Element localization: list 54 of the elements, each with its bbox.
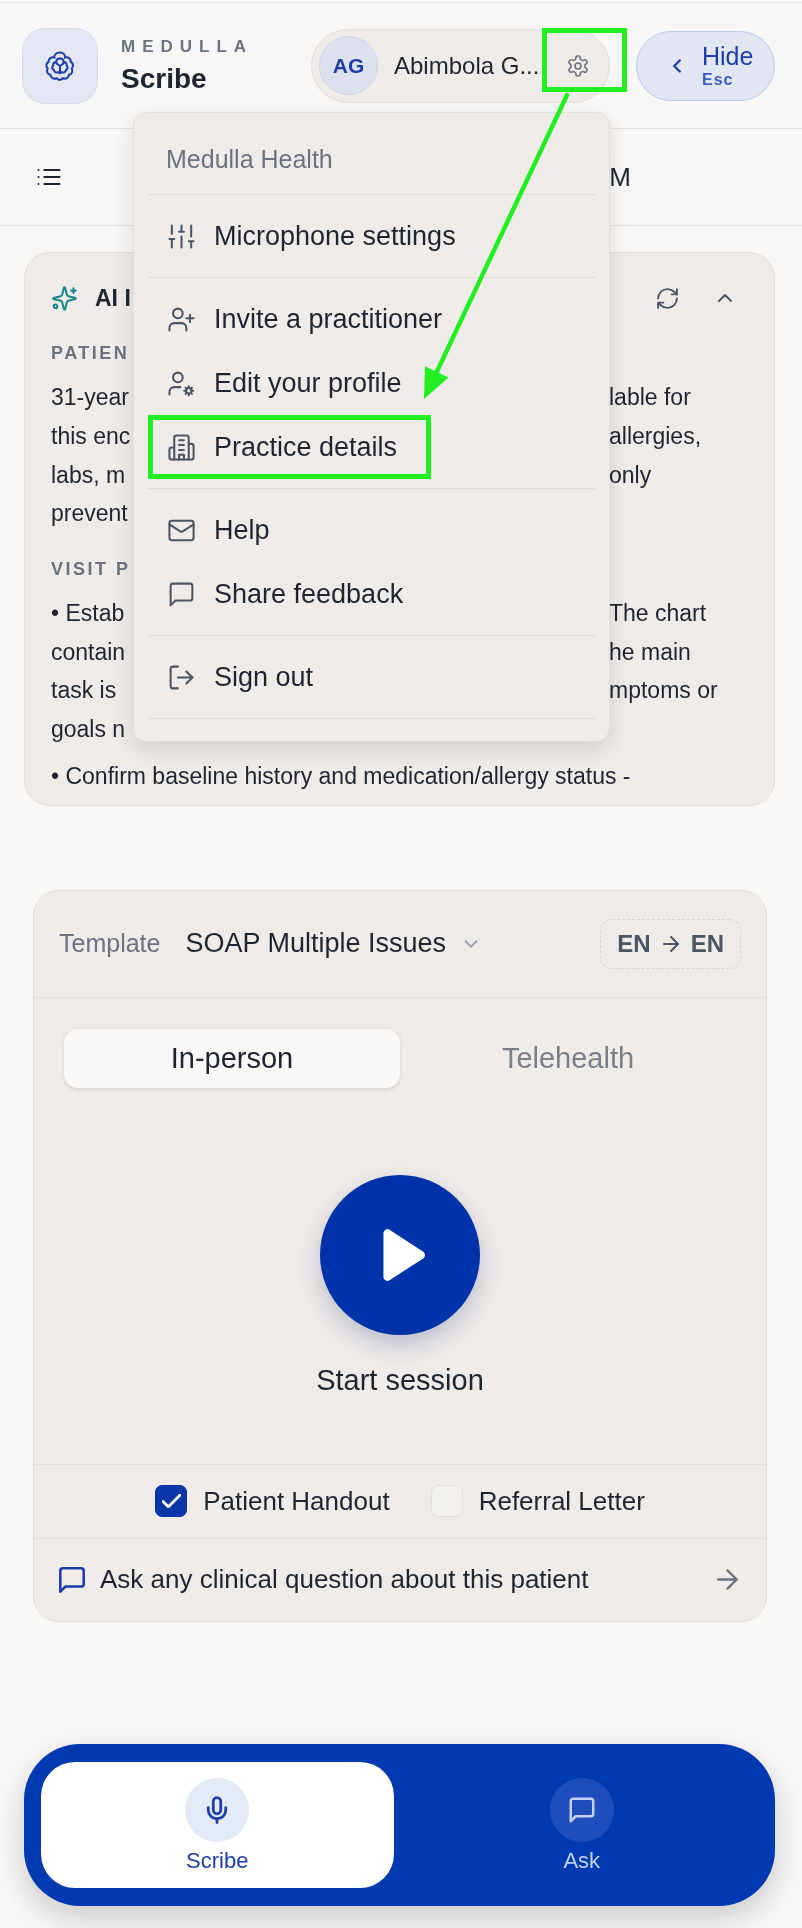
swirl-logo-icon bbox=[22, 27, 98, 104]
summary-text-fragment: this enc bbox=[51, 422, 131, 451]
summary-text-fragment: lable for bbox=[609, 383, 691, 412]
avatar: AG bbox=[319, 36, 378, 95]
refresh-icon[interactable] bbox=[655, 285, 680, 311]
menu-item[interactable]: Practice details bbox=[153, 420, 427, 474]
settings-icon[interactable] bbox=[566, 53, 590, 78]
menu-item[interactable]: Microphone settings bbox=[153, 209, 458, 263]
checkbox-label[interactable]: Patient Handout bbox=[203, 1485, 390, 1517]
hide-button[interactable]: Hide Esc bbox=[636, 30, 775, 101]
template-label: Template bbox=[59, 929, 161, 958]
menu-item[interactable]: Share feedback bbox=[153, 567, 406, 621]
ask-question-link[interactable]: Ask any clinical question about this patient bbox=[100, 1564, 589, 1595]
card-title: AI I bbox=[95, 284, 131, 312]
play-icon bbox=[380, 1227, 428, 1282]
section-heading: VISIT P bbox=[51, 557, 131, 581]
sparkle-icon bbox=[51, 284, 78, 312]
arrow-right-icon bbox=[662, 935, 679, 952]
nav-tab[interactable]: Ask bbox=[405, 1761, 758, 1888]
brand-title: Scribe bbox=[121, 62, 207, 95]
chat-bubble-icon bbox=[59, 1566, 85, 1593]
summary-text-fragment: he main bbox=[609, 637, 691, 666]
menu-heading: Medulla Health bbox=[165, 144, 334, 175]
section-heading: PATIEN bbox=[51, 342, 130, 365]
menu-item[interactable]: Edit your profile bbox=[153, 356, 404, 410]
summary-text-fragment: only bbox=[609, 460, 652, 489]
summary-text-fragment: contain bbox=[51, 637, 126, 666]
summary-text-fragment: prevent bbox=[51, 499, 128, 528]
summary-text-fragment: 31-year bbox=[51, 383, 129, 412]
arrow-right-icon[interactable] bbox=[717, 1569, 738, 1590]
summary-text-fragment: goals n bbox=[51, 715, 126, 744]
summary-text-fragment: task is bbox=[51, 676, 117, 705]
mode-tab[interactable]: In-person bbox=[64, 1028, 400, 1088]
summary-text-fragment: • Estab bbox=[51, 599, 125, 628]
menu-item[interactable]: Sign out bbox=[153, 650, 316, 704]
nav-tab[interactable]: Scribe bbox=[41, 1761, 394, 1888]
check-icon bbox=[161, 1494, 181, 1508]
brand-overline: MEDULLA bbox=[121, 36, 254, 57]
template-dropdown[interactable]: SOAP Multiple Issues bbox=[185, 928, 483, 959]
start-session-label: Start session bbox=[316, 1364, 484, 1395]
user-pill[interactable]: AG Abimbola G... bbox=[311, 28, 610, 103]
summary-text-fragment: mptoms or bbox=[609, 676, 718, 705]
user-name: Abimbola G... bbox=[394, 51, 541, 80]
language-toggle[interactable]: EN EN bbox=[600, 918, 741, 969]
checkbox[interactable] bbox=[155, 1485, 188, 1517]
menu-item[interactable]: Invite a practitioner bbox=[153, 292, 445, 346]
summary-text: • Confirm baseline history and medication/allergy status - bbox=[51, 761, 632, 791]
checkbox-label[interactable]: Referral Letter bbox=[478, 1485, 645, 1517]
building-icon bbox=[167, 432, 196, 462]
summary-text-fragment: labs, m bbox=[51, 460, 126, 489]
summary-text-fragment: allergies, bbox=[609, 422, 702, 451]
summary-text-fragment: The chart bbox=[609, 599, 707, 628]
encounter-title: M bbox=[609, 161, 631, 193]
menu-item[interactable]: Help bbox=[153, 503, 272, 557]
